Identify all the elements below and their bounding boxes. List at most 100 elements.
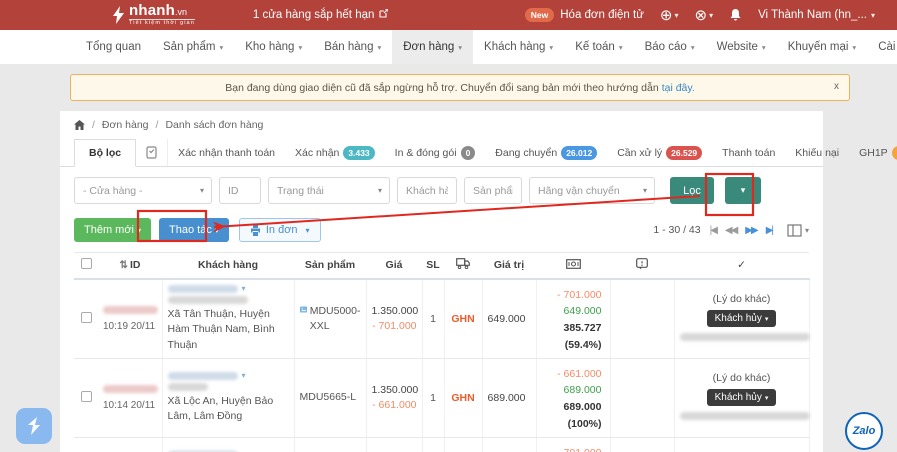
truck-icon [456, 258, 470, 270]
upgrade-guide-link[interactable]: tại đây. [662, 82, 695, 94]
tab-gh1p[interactable]: GH1P0 [849, 139, 897, 166]
tab-can-xu-ly[interactable]: Cần xử lý 26.529 [607, 139, 712, 166]
nav-website[interactable]: Website ▾ [706, 30, 777, 64]
tab-khieu-nai[interactable]: Khiếu nại [785, 139, 849, 166]
nav-tong-quan[interactable]: Tổng quan [75, 30, 152, 64]
product-code[interactable]: MDU5000-XXL [310, 304, 361, 333]
nav-kho-hang[interactable]: Kho hàng ▾ [234, 30, 313, 64]
chevron-down-icon: ▾ [870, 10, 875, 20]
chat-widget-button[interactable] [16, 408, 52, 444]
print-order-button[interactable]: In đơn ▾ [238, 218, 321, 242]
filter-more-button[interactable]: ▾ [725, 177, 761, 204]
cancel-status-button[interactable]: Khách hủy ▾ [706, 389, 777, 407]
customer-input[interactable] [397, 177, 457, 204]
note-cell [610, 358, 675, 438]
redacted-phone [167, 284, 238, 293]
breadcrumb-danh-sach[interactable]: Danh sách đơn hàng [165, 119, 263, 131]
user-menu[interactable]: Vi Thành Nam (hn_... ▾ [758, 9, 875, 21]
order-time: 10:19 20/11 [103, 321, 156, 333]
status-select[interactable]: Trạng thái ▾ [268, 177, 390, 204]
tab-in-dong-goi[interactable]: In & đóng gói 0 [385, 139, 486, 166]
support-menu[interactable]: ⊗ ▾ [695, 6, 714, 24]
count-badge: 0 [460, 145, 476, 160]
tab-thanh-toan[interactable]: Thanh toán [712, 139, 785, 166]
prev-page-button[interactable]: ◀◀ [725, 225, 738, 236]
chevron-down-icon: ▾ [549, 42, 554, 52]
discount: - 701.000 [372, 320, 417, 333]
nav-san-pham[interactable]: Sản phẩm ▾ [152, 30, 234, 64]
banknote-icon [565, 258, 581, 269]
column-picker[interactable]: ▾ [787, 223, 809, 237]
filter-button[interactable]: Lọc [670, 177, 714, 204]
tab-xac-nhan-thanh-toan[interactable]: Xác nhận thanh toán [168, 139, 285, 166]
chevron-down-icon: ▾ [642, 186, 647, 195]
note-icon [636, 257, 648, 270]
orders-table: ⇅ ID Khách hàng Sản phẩm Giá SL Giá trị ✓… [74, 252, 810, 452]
product-input[interactable] [464, 177, 522, 204]
einvoice-link[interactable]: New Hóa đơn điện tử [524, 8, 644, 22]
note-cell [610, 437, 675, 452]
add-new-button[interactable]: Thêm mới ▾ [74, 218, 152, 242]
nav-khuyen-mai[interactable]: Khuyến mại ▾ [777, 30, 868, 64]
count-badge: 26.012 [561, 145, 598, 160]
nav-don-hang[interactable]: Đơn hàng ▾ [392, 30, 474, 64]
count-badge: 26.529 [666, 145, 703, 160]
redacted-customer-name [167, 296, 248, 305]
chevron-down-icon: ▾ [674, 10, 679, 20]
expiring-store-link[interactable]: 1 cửa hàng sắp hết hạn [253, 8, 389, 21]
saved-filter-tab[interactable] [136, 139, 169, 166]
tab-bo-loc[interactable]: Bộ lọc [74, 139, 137, 167]
notifications-bell[interactable] [729, 8, 742, 22]
next-page-button[interactable]: ▶▶ [745, 225, 758, 236]
saved-filter-icon [146, 146, 157, 159]
first-page-button[interactable]: |◀ [710, 225, 718, 236]
nav-bao-cao[interactable]: Báo cáo ▾ [634, 30, 706, 64]
chevron-down-icon[interactable]: ▾ [242, 284, 246, 293]
nav-ban-hang[interactable]: Bán hàng ▾ [313, 30, 392, 64]
operations-button[interactable]: Thao tác ▾ [159, 218, 229, 242]
nav-khach-hang[interactable]: Khách hàng ▾ [473, 30, 564, 64]
price: 1.350.000 [371, 305, 419, 318]
orders-card: / Đơn hàng / Danh sách đơn hàng Bộ lọc X… [60, 111, 897, 452]
row-checkbox[interactable] [80, 311, 92, 323]
breadcrumb-don-hang[interactable]: Đơn hàng [102, 119, 149, 131]
tab-dang-chuyen[interactable]: Đang chuyển 26.012 [485, 139, 607, 166]
brand-name: nhanh [129, 2, 175, 20]
action-row: Thêm mới ▾ Thao tác ▾ In đơn ▾ 1 - 30 / 43 … [60, 214, 823, 252]
product-code[interactable]: MDU5665-L [300, 390, 357, 405]
nav-ke-toan[interactable]: Kế toán ▾ [564, 30, 633, 64]
pay-discount: - 701.000 [557, 288, 602, 301]
chevron-down-icon: ▾ [852, 42, 857, 52]
brand-tagline: Tiết kiệm thời gian [129, 19, 195, 27]
plus-circle-icon: ⊕ [659, 7, 673, 24]
sort-icon[interactable]: ⇅ [120, 260, 128, 271]
store-select[interactable]: - Cửa hàng - ▾ [74, 177, 212, 204]
row-checkbox[interactable] [80, 390, 92, 402]
nav-cai-dat[interactable]: Cài đặt▾ [867, 30, 897, 64]
main-nav: Tổng quan Sản phẩm ▾ Kho hàng ▾ Bán hàng ▾ … [0, 30, 897, 64]
select-all-checkbox[interactable] [80, 258, 92, 270]
carrier-select[interactable]: Hãng vận chuyển ▾ [529, 177, 655, 204]
cancel-status-button[interactable]: Khách hủy ▾ [706, 310, 777, 328]
printer-icon [250, 224, 260, 236]
chevron-down-icon: ▾ [377, 186, 382, 195]
chevron-down-icon: ▾ [298, 42, 303, 52]
quick-add-menu[interactable]: ⊕ ▾ [660, 6, 679, 24]
product-image-icon[interactable] [299, 304, 307, 315]
chevron-down-icon[interactable]: ▾ [242, 371, 246, 380]
last-page-button[interactable]: ▶| [766, 225, 774, 236]
pay-discount: - 701.000 [542, 445, 601, 452]
nhanh-logo[interactable]: nhanh.vn Tiết kiệm thời gian [112, 3, 195, 27]
tab-xac-nhan[interactable]: Xác nhận 3.433 [285, 139, 385, 166]
external-link-icon [379, 8, 389, 21]
chevron-down-icon: ▾ [214, 226, 219, 235]
status-check-icon: ✓ [737, 259, 746, 272]
chevron-down-icon: ▾ [199, 186, 204, 195]
quantity: 1 [422, 437, 445, 452]
id-input[interactable] [219, 177, 261, 204]
home-icon[interactable] [74, 120, 85, 130]
redacted-order-id [103, 385, 158, 394]
banner-close-icon[interactable]: x [834, 81, 839, 92]
order-tabs: Bộ lọc Xác nhận thanh toán Xác nhận 3.433… [60, 139, 897, 167]
zalo-button[interactable]: Zalo [845, 412, 883, 450]
